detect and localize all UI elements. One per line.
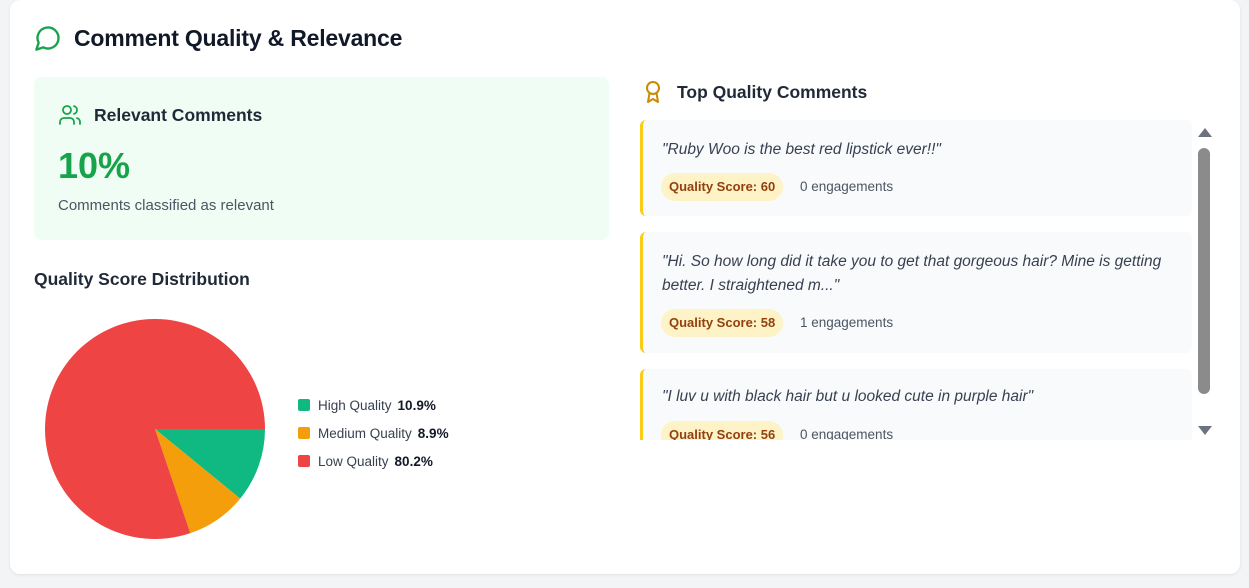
relevant-comments-subtitle: Comments classified as relevant: [58, 197, 274, 214]
relevant-comments-header: Relevant Comments: [58, 103, 262, 127]
comment-text: "Ruby Woo is the best red lipstick ever!…: [662, 141, 941, 158]
top-comments-header: Top Quality Comments: [643, 80, 867, 104]
top-comments-title: Top Quality Comments: [677, 81, 868, 102]
engagements-count: 0 engagements: [800, 427, 894, 440]
card-title: Comment Quality & Relevance: [74, 24, 403, 51]
quality-score-badge: Quality Score: 60: [661, 173, 784, 201]
engagements-count: 0 engagements: [800, 179, 894, 194]
legend-label: High Quality: [318, 397, 392, 413]
engagements-count: 1 engagements: [800, 315, 894, 330]
legend-value: 10.9%: [397, 397, 436, 413]
comment-card: "I luv u with black hair but u looked cu…: [640, 369, 1192, 440]
users-icon: [59, 105, 81, 125]
legend-item-medium: Medium Quality 8.9%: [298, 419, 449, 447]
quality-score-badge: Quality Score: 56: [661, 421, 784, 440]
relevant-comments-title: Relevant Comments: [94, 104, 263, 125]
legend-value: 80.2%: [394, 453, 433, 469]
comment-text: "I luv u with black hair but u looked cu…: [662, 388, 1034, 405]
legend-swatch: [298, 399, 310, 411]
legend-item-high: High Quality 10.9%: [298, 391, 449, 419]
top-comments-list[interactable]: "Ruby Woo is the best red lipstick ever!…: [640, 120, 1216, 440]
scroll-up-arrow-icon[interactable]: [1198, 128, 1212, 137]
comment-quality-card: Comment Quality & Relevance Relevant Com…: [10, 0, 1240, 574]
card-header: Comment Quality & Relevance: [34, 24, 402, 52]
pie-legend: High Quality 10.9% Medium Quality 8.9% Low Q…: [298, 391, 449, 475]
legend-label: Low Quality: [318, 453, 389, 469]
comment-text: "Hi. So how long did it take you to get …: [662, 253, 1162, 294]
quality-pie-chart: [45, 319, 265, 539]
quality-score-badge: Quality Score: 58: [661, 309, 784, 337]
distribution-title: Quality Score Distribution: [34, 269, 250, 289]
comments-scrollbar[interactable]: [1196, 124, 1214, 440]
legend-value: 8.9%: [417, 425, 449, 441]
message-circle-icon: [35, 26, 60, 51]
comment-card: "Ruby Woo is the best red lipstick ever!…: [640, 120, 1192, 216]
legend-swatch: [298, 455, 310, 467]
comment-card: "Hi. So how long did it take you to get …: [640, 232, 1192, 353]
relevant-comments-panel: Relevant Comments 10% Comments classifie…: [34, 77, 609, 240]
legend-item-low: Low Quality 80.2%: [298, 447, 449, 475]
legend-swatch: [298, 427, 310, 439]
scroll-thumb[interactable]: [1198, 148, 1210, 394]
award-icon: [646, 81, 660, 103]
legend-label: Medium Quality: [318, 425, 412, 441]
scroll-down-arrow-icon[interactable]: [1198, 426, 1212, 435]
relevant-comments-value: 10%: [58, 145, 131, 186]
